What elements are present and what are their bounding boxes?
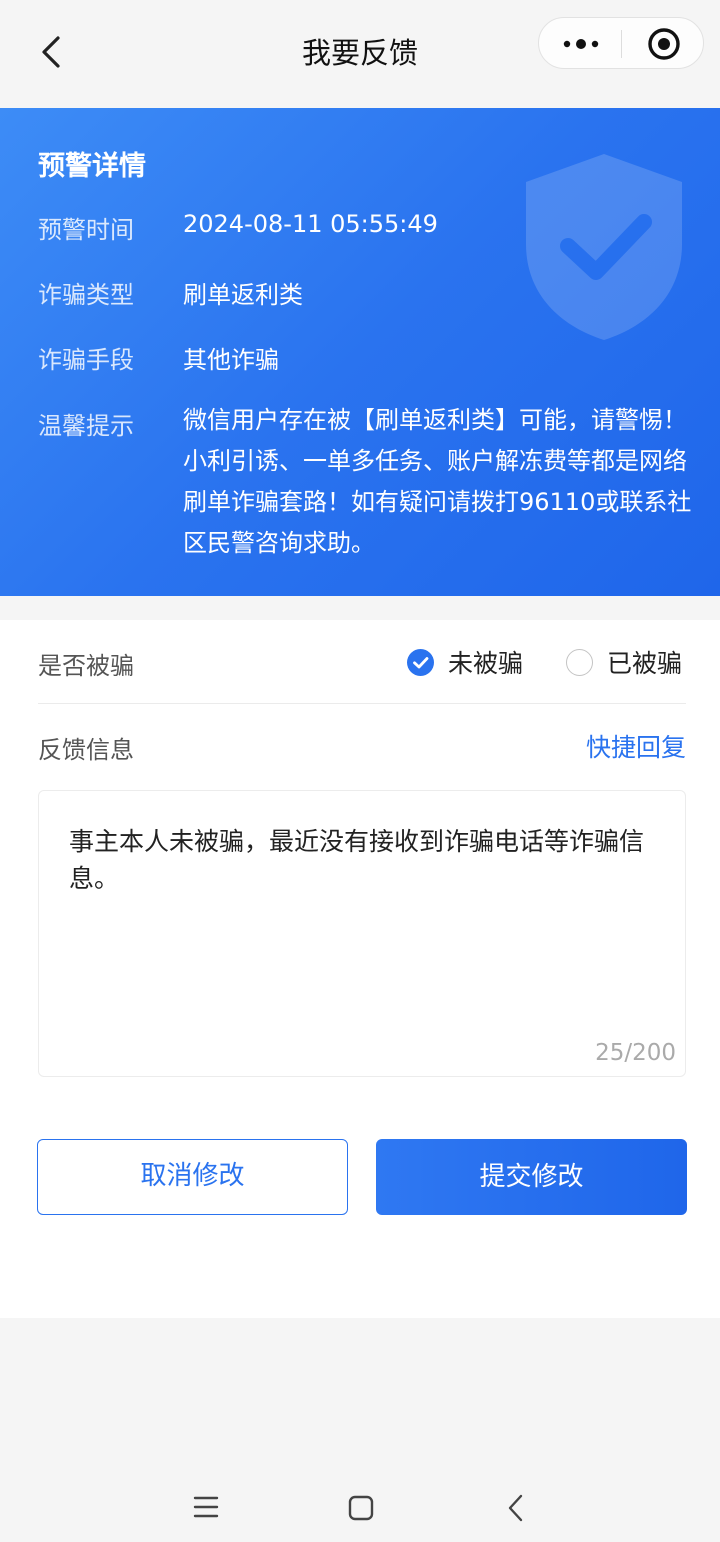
shield-check-icon	[526, 154, 682, 340]
radio-checked-icon	[407, 648, 434, 676]
more-dots-icon	[563, 39, 599, 49]
alert-time-label: 预警时间	[38, 216, 134, 244]
radio-deceived[interactable]: 已被骗	[566, 646, 682, 678]
divider	[38, 703, 686, 704]
feedback-form: 是否被骗 未被骗 已被骗 反馈信息 快捷回复 事主本人未被骗，最近没有接收到诈骗…	[0, 620, 720, 1318]
system-home-button[interactable]	[347, 1494, 375, 1522]
alert-detail-title: 预警详情	[38, 151, 146, 182]
cancel-button[interactable]: 取消修改	[37, 1139, 348, 1215]
system-nav-bar	[0, 1470, 720, 1542]
feedback-text: 事主本人未被骗，最近没有接收到诈骗电话等诈骗信息。	[69, 827, 645, 893]
more-button[interactable]	[561, 18, 605, 70]
alert-detail-card: 预警详情 预警时间 2024-08-11 05:55:49 诈骗类型 刷单返利类…	[0, 108, 720, 596]
char-counter: 25/200	[595, 1040, 676, 1066]
top-nav-bar: 我要反馈	[0, 0, 720, 108]
radio-not-deceived[interactable]: 未被骗	[407, 646, 523, 678]
capsule-divider	[621, 30, 622, 58]
fraud-method-label: 诈骗手段	[38, 346, 134, 374]
menu-icon	[193, 1496, 219, 1518]
submit-button[interactable]: 提交修改	[376, 1139, 687, 1215]
radio-not-deceived-label: 未被骗	[448, 649, 524, 678]
radio-deceived-label: 已被骗	[607, 649, 683, 678]
tip-label: 温馨提示	[38, 412, 134, 440]
system-menu-button[interactable]	[192, 1494, 220, 1520]
radio-unchecked-icon	[566, 648, 593, 676]
mini-program-capsule	[538, 17, 704, 69]
target-circle-icon	[648, 28, 680, 60]
feedback-textarea[interactable]: 事主本人未被骗，最近没有接收到诈骗电话等诈骗信息。 25/200	[38, 790, 686, 1077]
fraud-type-label: 诈骗类型	[38, 281, 134, 309]
fraud-method-value: 其他诈骗	[183, 346, 279, 374]
system-back-button[interactable]	[505, 1492, 527, 1524]
feedback-label: 反馈信息	[38, 736, 134, 764]
back-arrow-icon	[508, 1494, 523, 1522]
deceived-question-label: 是否被骗	[38, 652, 134, 680]
close-mini-program-button[interactable]	[647, 27, 681, 61]
tip-text: 微信用户存在被【刷单返利类】可能，请警惕！小利引诱、一单多任务、账户解冻费等都是…	[183, 406, 692, 557]
home-square-icon	[348, 1495, 374, 1521]
quick-reply-link[interactable]: 快捷回复	[586, 728, 686, 764]
alert-time-value: 2024-08-11 05:55:49	[183, 210, 438, 238]
fraud-type-value: 刷单返利类	[183, 281, 303, 309]
